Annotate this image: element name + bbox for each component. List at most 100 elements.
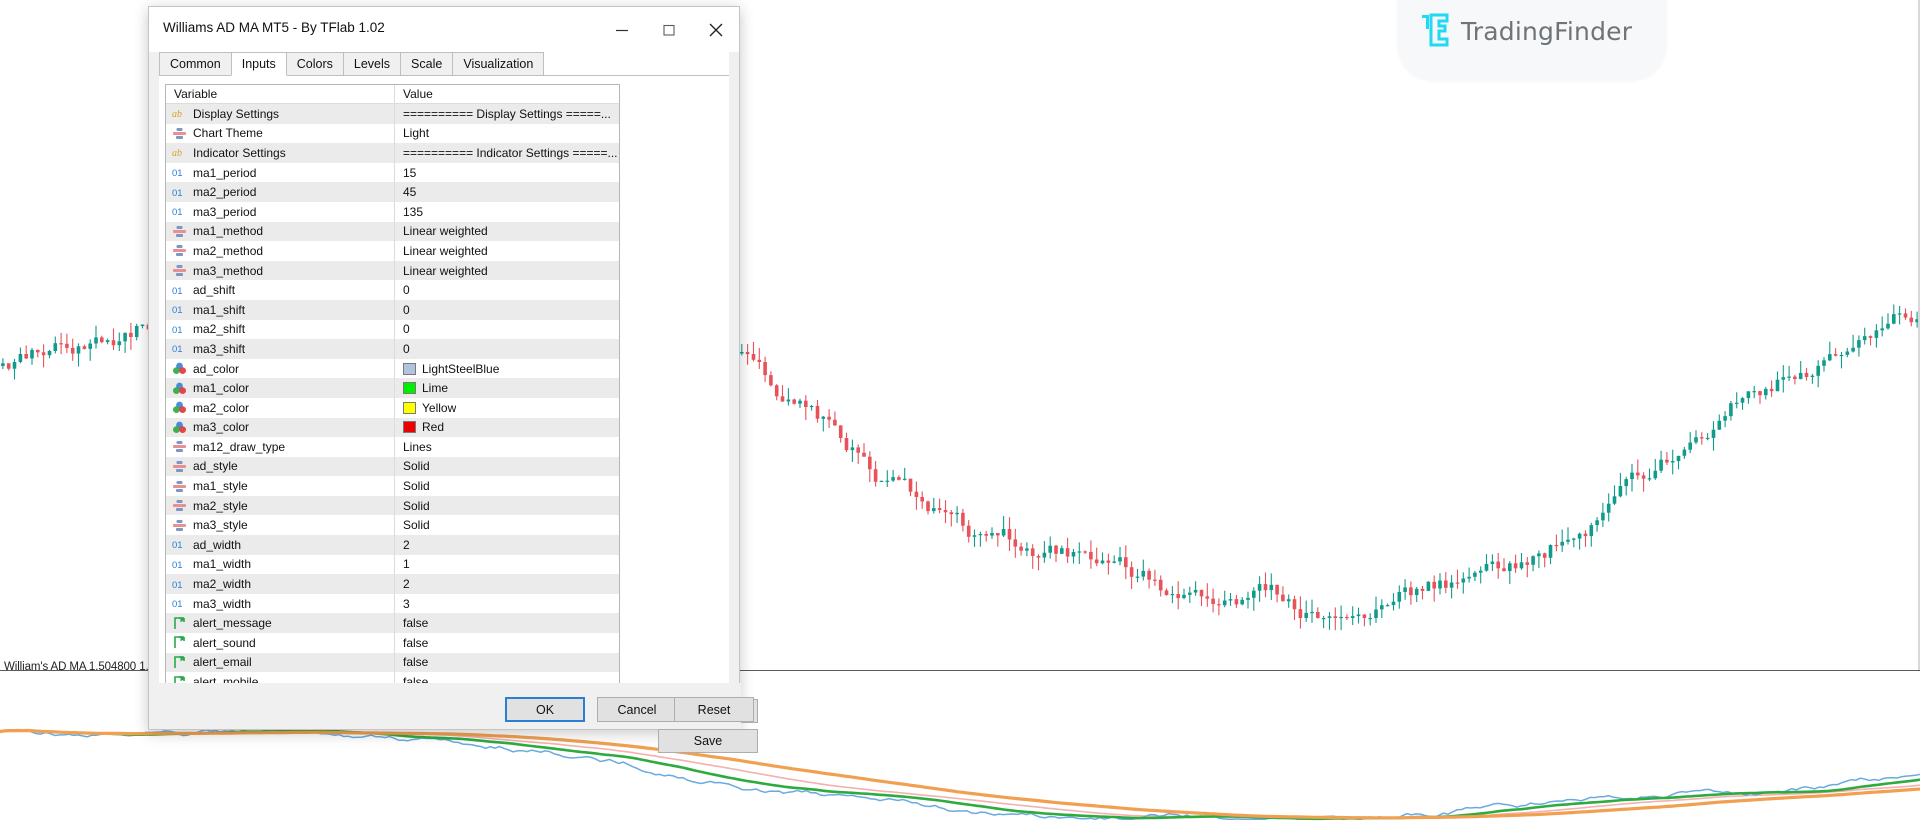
grid-row[interactable]: ma2_method Linear weighted (166, 241, 619, 261)
grid-cell-value[interactable]: Solid (394, 495, 619, 516)
grid-cell-value[interactable]: false (394, 633, 619, 653)
grid-row[interactable]: 01 ma3_shift 0 (166, 339, 619, 359)
grid-row[interactable]: 01 ma3_period 135 (166, 201, 619, 222)
grid-cell-value[interactable]: Solid (394, 515, 619, 536)
variable-name: Indicator Settings (193, 145, 286, 160)
grid-cell-value[interactable]: Lime (394, 378, 619, 398)
grid-cell-value[interactable]: 0 (394, 319, 619, 340)
tab-inputs[interactable]: Inputs (230, 52, 287, 76)
tab-levels[interactable]: Levels (342, 52, 402, 75)
grid-cell-value[interactable]: false (394, 613, 619, 634)
grid-cell-value[interactable]: 0 (394, 339, 619, 359)
grid-row[interactable]: ma1_color Lime (166, 378, 619, 398)
variable-name: ad_style (193, 459, 238, 474)
grid-cell-value[interactable]: 0 (394, 299, 619, 320)
grid-row[interactable]: 01 ma1_shift 0 (166, 299, 619, 320)
ab-icon: ab (172, 107, 187, 120)
grid-cell-value[interactable]: Light (394, 123, 619, 144)
grid-cell-value[interactable]: 1 (394, 554, 619, 575)
grid-cell-variable: ma3_method (166, 261, 394, 281)
grid-row[interactable]: alert_email false (166, 652, 619, 673)
grid-cell-value[interactable]: Lines (394, 437, 619, 457)
value-text: 0 (403, 341, 410, 356)
grid-row[interactable]: ab Display Settings ========== Display Set… (166, 104, 619, 124)
grid-cell-value[interactable]: Solid (394, 476, 619, 496)
grid-cell-value[interactable]: Linear weighted (394, 260, 619, 281)
grid-row[interactable]: 01 ma1_period 15 (166, 162, 619, 183)
tab-scale[interactable]: Scale (400, 52, 454, 75)
01-icon: 01 (172, 538, 187, 551)
close-button[interactable] (692, 7, 739, 52)
grid-cell-value[interactable]: 15 (394, 162, 619, 183)
grid-row[interactable]: ma1_style Solid (166, 476, 619, 496)
grid-row[interactable]: 01 ma1_width 1 (166, 554, 619, 575)
grid-row[interactable]: alert_message false (166, 613, 619, 634)
ok-button[interactable]: OK (505, 697, 585, 722)
variable-name: ma1_shift (193, 302, 246, 317)
grid-cell-value[interactable]: 3 (394, 593, 619, 614)
grid-cell-value[interactable]: Red (394, 417, 619, 438)
indicator-properties-dialog[interactable]: Williams AD MA MT5 - By TFlab 1.02 Commo… (148, 6, 758, 753)
variable-name: ad_width (193, 537, 242, 552)
grid-row[interactable]: ma2_style Solid (166, 495, 619, 516)
tab-colors[interactable]: Colors (285, 52, 344, 75)
grid-cell-variable: 01 ma3_period (166, 202, 394, 222)
svg-text:01: 01 (172, 305, 183, 316)
dialog-tabs[interactable]: Common Inputs Colors Levels Scale Visualizati… (159, 52, 729, 76)
tab-visualization[interactable]: Visualization (452, 52, 545, 75)
bool-icon (172, 636, 187, 649)
grid-cell-value[interactable]: 45 (394, 182, 619, 202)
grid-cell-value[interactable]: Solid (394, 456, 619, 477)
grid-cell-value[interactable]: Linear weighted (394, 221, 619, 242)
grid-cell-variable: ab Indicator Settings (166, 143, 394, 163)
save-button[interactable]: Save (658, 729, 758, 753)
grid-cell-value[interactable]: false (394, 652, 619, 673)
svg-text:01: 01 (172, 580, 183, 591)
svg-text:01: 01 (172, 344, 183, 355)
svg-text:ab: ab (172, 109, 182, 120)
grid-row[interactable]: 01 ma2_period 45 (166, 182, 619, 202)
cancel-button[interactable]: Cancel (597, 697, 677, 722)
01-icon: 01 (172, 166, 187, 179)
grid-row[interactable]: alert_sound false (166, 633, 619, 653)
grid-cell-value[interactable]: 135 (394, 201, 619, 222)
color-icon (172, 382, 187, 395)
grid-row[interactable]: ma1_method Linear weighted (166, 221, 619, 242)
reset-button[interactable]: Reset (674, 697, 754, 722)
grid-cell-value[interactable]: Linear weighted (394, 241, 619, 261)
grid-row[interactable]: ma3_color Red (166, 417, 619, 438)
grid-cell-value[interactable]: 2 (394, 574, 619, 594)
grid-row[interactable]: ab Indicator Settings ========== Indicator… (166, 143, 619, 163)
grid-row[interactable]: 01 ad_shift 0 (166, 280, 619, 300)
grid-row[interactable]: ma12_draw_type Lines (166, 437, 619, 457)
grid-row[interactable]: ma3_style Solid (166, 515, 619, 536)
value-text: 15 (403, 165, 417, 180)
grid-row[interactable]: ma2_color Yellow (166, 397, 619, 418)
grid-cell-variable: 01 ad_shift (166, 280, 394, 300)
grid-cell-value[interactable]: 0 (394, 280, 619, 300)
list-icon (172, 127, 187, 140)
grid-row[interactable]: 01 ma2_width 2 (166, 574, 619, 594)
inputs-grid[interactable]: Variable Value ab Display Settings =======… (165, 84, 620, 689)
grid-row[interactable]: ad_style Solid (166, 456, 619, 477)
grid-cell-value[interactable]: ========== Indicator Settings =====... (394, 143, 619, 163)
list-icon (172, 499, 187, 512)
grid-row[interactable]: 01 ma3_width 3 (166, 593, 619, 614)
grid-cell-value[interactable]: LightSteelBlue (394, 358, 619, 379)
grid-row[interactable]: ad_color LightSteelBlue (166, 358, 619, 379)
tab-common[interactable]: Common (159, 52, 232, 75)
grid-header-row: Variable Value (166, 85, 619, 104)
maximize-button[interactable] (645, 7, 692, 52)
grid-cell-value[interactable]: 2 (394, 535, 619, 555)
grid-row[interactable]: ma3_method Linear weighted (166, 260, 619, 281)
grid-cell-value[interactable]: ========== Display Settings =====... (394, 104, 619, 124)
grid-rows[interactable]: ab Display Settings ========== Display Set… (166, 104, 619, 688)
dialog-titlebar[interactable]: Williams AD MA MT5 - By TFlab 1.02 (149, 7, 739, 52)
grid-cell-value[interactable]: Yellow (394, 397, 619, 418)
minimize-button[interactable] (598, 7, 645, 52)
variable-name: ma2_color (193, 400, 250, 415)
grid-row[interactable]: Chart Theme Light (166, 123, 619, 144)
grid-row[interactable]: 01 ad_width 2 (166, 535, 619, 555)
color-icon (172, 401, 187, 414)
grid-row[interactable]: 01 ma2_shift 0 (166, 319, 619, 340)
